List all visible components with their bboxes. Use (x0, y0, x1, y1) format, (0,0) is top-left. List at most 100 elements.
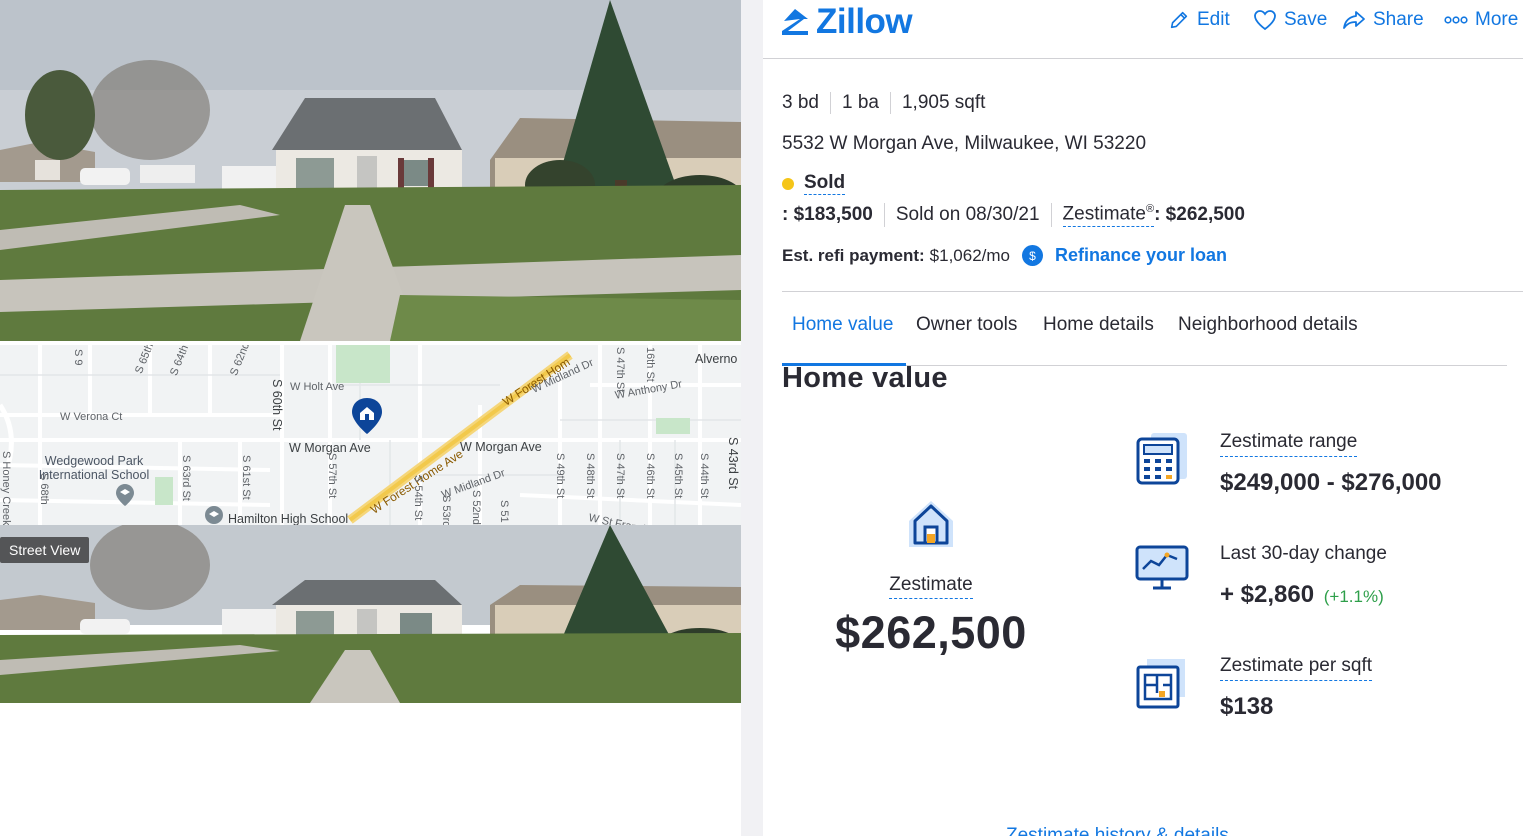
share-label: Share (1373, 9, 1424, 30)
divider (829, 92, 831, 114)
change-amount: + $2,860 (1220, 581, 1315, 608)
map-label: S Honey Creek (0, 451, 12, 525)
tab-home-details[interactable]: Home details (1033, 314, 1164, 366)
sold-date: Sold on 08/30/21 (895, 204, 1040, 225)
map-label: S 44th St (698, 453, 710, 499)
share-arrow-icon (1343, 11, 1365, 29)
zestimate-history-link[interactable]: Zestimate history & details ⌄ (1006, 824, 1250, 836)
school-icon (116, 484, 134, 506)
map-label: S 45th St (672, 453, 684, 499)
street-view-badge[interactable]: Street View (0, 537, 90, 563)
zestimate-inline-value: : $262,500 (1154, 204, 1245, 225)
zestimate-value: $262,500 (835, 607, 1027, 658)
map-streets (0, 345, 741, 525)
map-label: S 60th St (270, 379, 284, 431)
tab-neighborhood-details[interactable]: Neighborhood details (1168, 314, 1368, 366)
zestimate-label: Zestimate (1062, 203, 1146, 225)
top-bar: Zillow Edit Save Share More (763, 0, 1523, 59)
tab-owner-tools[interactable]: Owner tools (906, 314, 1027, 366)
map-label: S 52nd St (470, 490, 482, 525)
dollar-icon: $ (1022, 245, 1043, 266)
thirty-day-change-label: Last 30-day change (1220, 543, 1387, 564)
details-panel: Zillow Edit Save Share More 3 bd 1 ba 1,… (763, 0, 1523, 836)
map-label: S 57th St (326, 453, 338, 499)
divider (889, 92, 891, 114)
share-button[interactable]: Share (1342, 9, 1424, 31)
refi-line: Est. refi payment: $1,062/mo $ Refinance… (782, 245, 1227, 266)
more-dots-icon (1444, 16, 1468, 24)
calculator-icon (1136, 433, 1187, 485)
map-label: S 49th St (554, 453, 566, 499)
map-label: W Holt Ave (290, 381, 345, 393)
refi-label: Est. refi payment: (782, 245, 925, 265)
thirty-day-change-value: + $2,860 (+1.1%) (1220, 581, 1384, 609)
zestimate-tooltip-trigger[interactable]: Zestimate® (1062, 203, 1155, 227)
property-address: 5532 W Morgan Ave, Milwaukee, WI 53220 (782, 133, 1147, 154)
map-label: 16th St (644, 347, 656, 382)
refi-value: $1,062/mo (929, 245, 1010, 265)
zestimate-range-value: $249,000 - $276,000 (1220, 469, 1442, 496)
map-label: S 43rd St (726, 437, 740, 490)
home-icon (909, 501, 953, 547)
map-label: S 53rd (440, 495, 452, 525)
map-label: S 61st St (240, 455, 252, 500)
edit-button[interactable]: Edit (1168, 9, 1230, 31)
status-label[interactable]: Sold (804, 172, 846, 195)
floorplan-icon (1136, 659, 1185, 709)
beds-count: 3 bd (782, 92, 819, 113)
save-button[interactable]: Save (1253, 9, 1327, 31)
section-tabs: Home value Owner tools Home details Neig… (782, 300, 1507, 366)
media-gallery: S 9 S 65th St S 64th St S 62nd St S 60th… (0, 0, 741, 836)
map-label: S 51 (498, 500, 510, 523)
map-pin-icon[interactable] (351, 397, 383, 435)
map-label: S 63rd St (180, 455, 192, 501)
logo-text: Zillow (816, 2, 913, 41)
refinance-link[interactable]: Refinance your loan (1055, 245, 1227, 266)
status-dot-icon (782, 177, 794, 190)
monitor-chart-icon (1135, 545, 1189, 590)
neighborhood-map[interactable]: S 9 S 65th St S 64th St S 62nd St S 60th… (0, 345, 741, 525)
price-line: : $183,500 Sold on 08/30/21 Zestimate® :… (782, 203, 1245, 227)
edit-label: Edit (1197, 9, 1230, 30)
chevron-down-icon: ⌄ (1234, 825, 1251, 836)
per-sqft-value: $138 (1220, 693, 1274, 720)
registered-mark: ® (1145, 203, 1155, 216)
school-icon (205, 506, 223, 524)
zestimate-summary: Zestimate $262,500 (833, 497, 1029, 659)
baths-count: 1 ba (841, 92, 879, 113)
more-button[interactable]: More (1444, 9, 1518, 31)
street-view-illustration (0, 525, 741, 703)
zestimate-range-label[interactable]: Zestimate range (1220, 431, 1358, 457)
map-label: S 46th St (644, 453, 656, 499)
map-label: S 9 (72, 349, 84, 366)
map-label: S 47th St (614, 347, 626, 393)
street-view-photo[interactable] (0, 525, 741, 703)
sale-status: Sold (782, 172, 846, 195)
change-percent: (+1.1%) (1323, 587, 1384, 606)
more-label: More (1475, 9, 1519, 30)
map-label: Alverno (695, 352, 738, 366)
tab-home-value[interactable]: Home value (782, 314, 906, 366)
sqft-value: 1,905 sqft (901, 92, 986, 113)
pencil-icon (1170, 11, 1188, 29)
house-photo-illustration (0, 0, 741, 341)
sold-price: : $183,500 (782, 204, 873, 225)
save-label: Save (1284, 9, 1328, 30)
map-label: S 47th St (614, 453, 626, 499)
per-sqft-label[interactable]: Zestimate per sqft (1220, 655, 1373, 681)
zillow-logo-icon (782, 9, 808, 35)
history-link-text: Zestimate history & details (1006, 825, 1229, 836)
home-facts: 3 bd 1 ba 1,905 sqft (782, 92, 985, 114)
panel-divider (741, 0, 763, 836)
divider (1050, 203, 1052, 227)
map-label: S 54th St (412, 475, 424, 521)
map-label: S 68th (38, 473, 50, 505)
zestimate-label[interactable]: Zestimate (889, 574, 973, 599)
map-label: W Morgan Ave (460, 440, 542, 454)
divider (883, 203, 885, 227)
map-label: Hamilton High School (228, 512, 349, 525)
map-label: W Verona Ct (60, 411, 123, 423)
house-photo-main[interactable] (0, 0, 741, 341)
map-label: S 48th St (584, 453, 596, 499)
zillow-logo[interactable]: Zillow (780, 2, 913, 41)
